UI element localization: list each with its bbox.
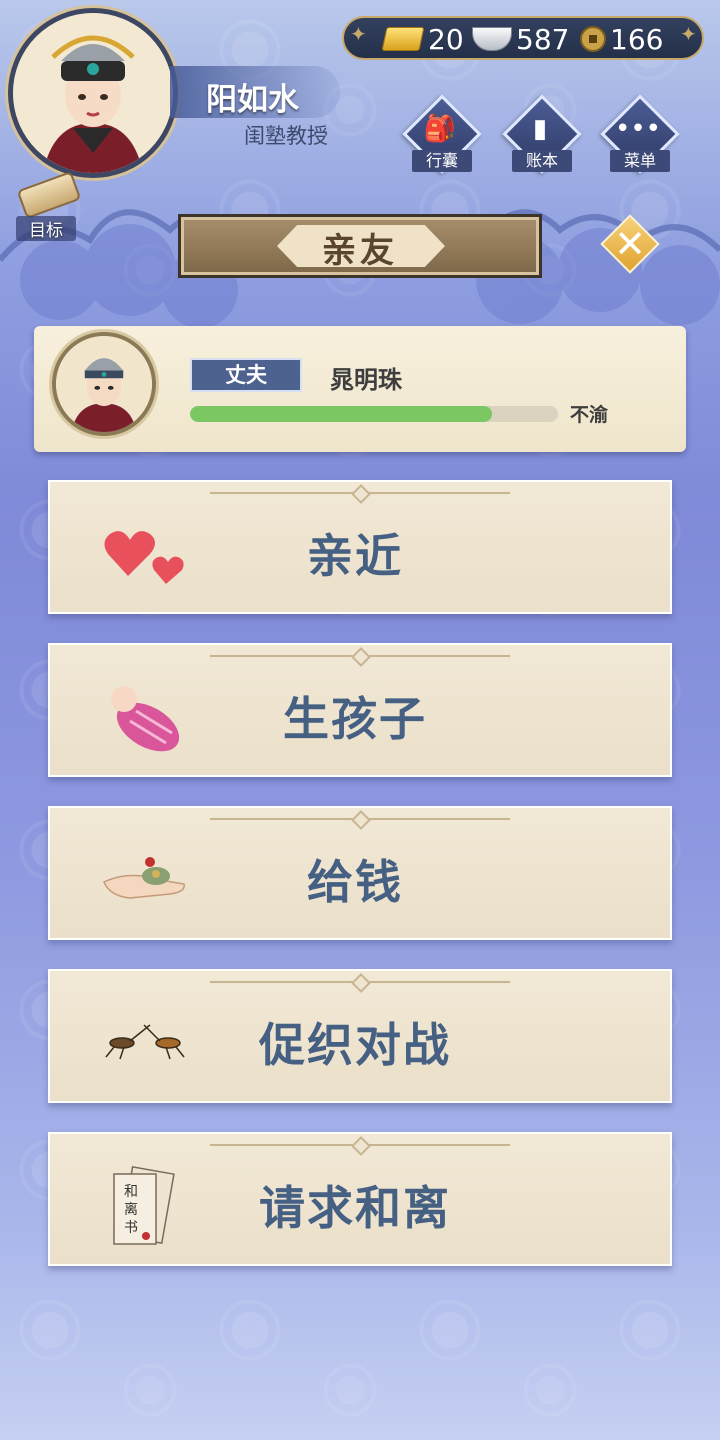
gold-ingot-icon xyxy=(381,27,425,51)
relationship-bar xyxy=(190,406,558,422)
ledger-label: 账本 xyxy=(512,150,572,172)
player-name: 阳如水 xyxy=(206,82,299,118)
goal-button[interactable]: 目标 xyxy=(10,170,82,241)
bag-icon: 🎒 xyxy=(423,114,457,144)
action-button-request-divorce[interactable]: 和 离 书 请求和离 xyxy=(48,1132,672,1266)
ornament-divider xyxy=(210,655,510,657)
relation-role-badge: 丈夫 xyxy=(190,358,302,392)
menu-label: 菜单 xyxy=(610,150,670,172)
ledger-book-icon: ▮ xyxy=(532,114,548,144)
close-button[interactable]: ✕ xyxy=(600,214,660,274)
player-avatar[interactable] xyxy=(8,8,178,178)
relative-card: 丈夫 晁明珠 不渝 xyxy=(34,326,686,452)
silver-currency: 587 xyxy=(472,20,569,58)
player-portrait-icon xyxy=(13,13,173,173)
husband-portrait-icon xyxy=(56,336,152,432)
gold-currency: 20 xyxy=(381,20,464,58)
action-label: 给钱 xyxy=(307,855,403,909)
action-label: 请求和离 xyxy=(259,1181,451,1235)
action-button-have-child[interactable]: 生孩子 xyxy=(48,643,672,777)
bamboo-right-icon: ✦ xyxy=(680,22,697,46)
scroll-icon xyxy=(16,170,82,220)
relationship-status: 不渝 xyxy=(570,404,609,426)
coin-amount: 166 xyxy=(610,22,664,56)
relative-name: 晁明珠 xyxy=(330,366,402,394)
action-button-cricket-fight[interactable]: 促织对战 xyxy=(48,969,672,1103)
ornament-divider xyxy=(210,1144,510,1146)
action-button-give-money[interactable]: 给钱 xyxy=(48,806,672,940)
gold-amount: 20 xyxy=(428,22,464,56)
ornament-divider xyxy=(210,818,510,820)
action-button-intimacy[interactable]: 亲近 xyxy=(48,480,672,614)
relationship-bar-fill xyxy=(190,406,492,422)
close-icon: ✕ xyxy=(614,222,646,266)
ornament-divider xyxy=(210,981,510,983)
action-label: 促织对战 xyxy=(259,1018,451,1072)
section-title: 亲友 xyxy=(322,231,398,271)
silver-ingot-icon xyxy=(472,27,512,51)
bamboo-left-icon: ✦ xyxy=(350,22,367,46)
relative-avatar[interactable] xyxy=(52,332,156,436)
player-title: 闺塾教授 xyxy=(244,124,328,148)
bag-label: 行囊 xyxy=(412,150,472,172)
ornament-divider xyxy=(210,492,510,494)
currency-bar: ✦ 20 587 166 ✦ xyxy=(342,16,704,60)
ledger-button[interactable]: ▮ 账本 xyxy=(502,94,582,176)
bag-button[interactable]: 🎒 行囊 xyxy=(402,94,482,176)
goal-label: 目标 xyxy=(16,216,76,241)
copper-coin-icon xyxy=(580,26,606,52)
silver-amount: 587 xyxy=(516,22,570,56)
menu-button[interactable]: ••• 菜单 xyxy=(600,94,680,176)
action-label: 生孩子 xyxy=(283,692,427,746)
action-label: 亲近 xyxy=(307,529,403,583)
coin-currency: 166 xyxy=(580,20,663,58)
section-title-banner: 亲友 xyxy=(178,214,542,278)
more-dots-icon: ••• xyxy=(614,114,661,144)
